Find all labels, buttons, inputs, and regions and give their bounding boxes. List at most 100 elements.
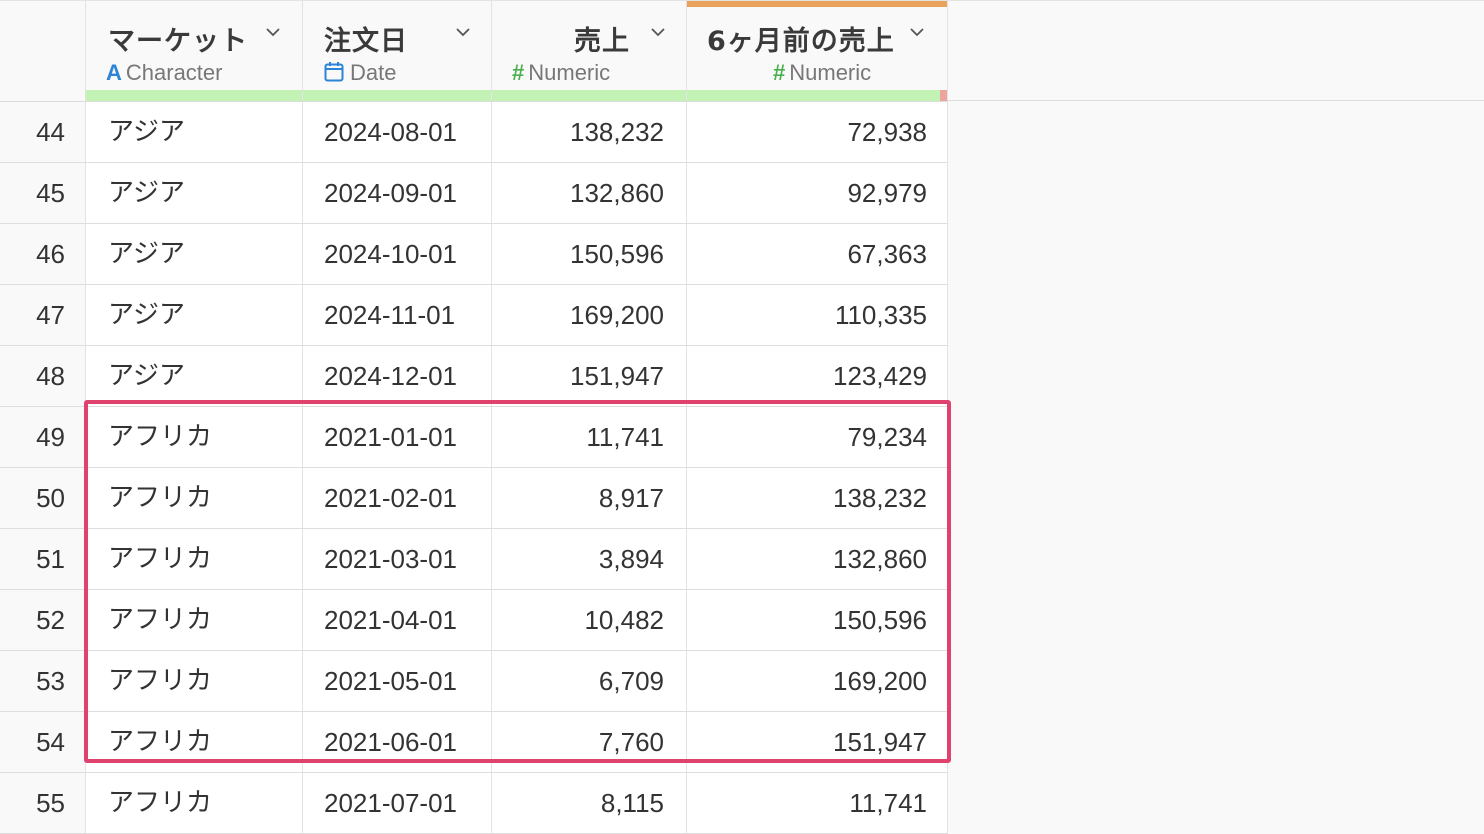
cell-order-date[interactable]: 2021-04-01: [303, 590, 492, 650]
table-row[interactable]: 55 アフリカ 2021-07-01 8,115 11,741: [0, 773, 948, 834]
row-index: 53: [0, 651, 86, 711]
table-row[interactable]: 53 アフリカ 2021-05-01 6,709 169,200: [0, 651, 948, 712]
cell-sales-6-months-ago[interactable]: 151,947: [687, 712, 948, 772]
cell-sales[interactable]: 3,894: [492, 529, 687, 589]
cell-order-date[interactable]: 2021-01-01: [303, 407, 492, 467]
selected-column-indicator: [687, 1, 947, 7]
column-name: マーケット: [108, 26, 248, 57]
column-type: Date: [324, 60, 396, 86]
column-header-sales[interactable]: 売上 # Numeric: [492, 1, 687, 101]
cell-sales-6-months-ago[interactable]: 110,335: [687, 285, 948, 345]
cell-order-date[interactable]: 2021-07-01: [303, 773, 492, 833]
row-index-header: [0, 1, 86, 101]
row-index: 50: [0, 468, 86, 528]
cell-sales-6-months-ago[interactable]: 92,979: [687, 163, 948, 223]
cell-sales[interactable]: 8,115: [492, 773, 687, 833]
table-body: 44 アジア 2024-08-01 138,232 72,938 45 アジア 2024-09…: [0, 102, 948, 834]
cell-order-date[interactable]: 2021-05-01: [303, 651, 492, 711]
cell-market[interactable]: アフリカ: [86, 712, 303, 772]
cell-market[interactable]: アジア: [86, 285, 303, 345]
cell-sales[interactable]: 151,947: [492, 346, 687, 406]
table-row[interactable]: 48 アジア 2024-12-01 151,947 123,429: [0, 346, 948, 407]
cell-sales-6-months-ago[interactable]: 11,741: [687, 773, 948, 833]
numeric-type-icon: #: [512, 60, 525, 85]
cell-order-date[interactable]: 2024-12-01: [303, 346, 492, 406]
cell-sales[interactable]: 169,200: [492, 285, 687, 345]
cell-sales[interactable]: 11,741: [492, 407, 687, 467]
cell-order-date[interactable]: 2024-11-01: [303, 285, 492, 345]
data-quality-bar: [687, 90, 947, 101]
row-index: 45: [0, 163, 86, 223]
cell-market[interactable]: アフリカ: [86, 407, 303, 467]
cell-sales[interactable]: 8,917: [492, 468, 687, 528]
column-type: A Character: [106, 60, 223, 85]
cell-sales-6-months-ago[interactable]: 72,938: [687, 102, 948, 162]
cell-sales-6-months-ago[interactable]: 79,234: [687, 407, 948, 467]
row-index: 46: [0, 224, 86, 284]
cell-sales-6-months-ago[interactable]: 123,429: [687, 346, 948, 406]
cell-sales-6-months-ago[interactable]: 67,363: [687, 224, 948, 284]
cell-sales[interactable]: 10,482: [492, 590, 687, 650]
cell-market[interactable]: アフリカ: [86, 529, 303, 589]
row-index: 47: [0, 285, 86, 345]
table-row[interactable]: 52 アフリカ 2021-04-01 10,482 150,596: [0, 590, 948, 651]
column-name: 注文日: [324, 26, 408, 57]
cell-order-date[interactable]: 2021-03-01: [303, 529, 492, 589]
table-row[interactable]: 47 アジア 2024-11-01 169,200 110,335: [0, 285, 948, 346]
chevron-down-icon[interactable]: [456, 25, 470, 39]
calendar-icon: [324, 62, 344, 82]
table-row[interactable]: 54 アフリカ 2021-06-01 7,760 151,947: [0, 712, 948, 773]
cell-sales-6-months-ago[interactable]: 138,232: [687, 468, 948, 528]
cell-sales[interactable]: 6,709: [492, 651, 687, 711]
cell-market[interactable]: アジア: [86, 346, 303, 406]
cell-sales-6-months-ago[interactable]: 132,860: [687, 529, 948, 589]
row-index: 51: [0, 529, 86, 589]
column-header-sales-6-months-ago[interactable]: 6ヶ月前の売上 # Numeric: [687, 1, 948, 101]
cell-market[interactable]: アフリカ: [86, 773, 303, 833]
cell-market[interactable]: アジア: [86, 102, 303, 162]
column-type: # Numeric: [773, 60, 872, 85]
cell-sales[interactable]: 7,760: [492, 712, 687, 772]
cell-market[interactable]: アジア: [86, 224, 303, 284]
row-index: 54: [0, 712, 86, 772]
table-row[interactable]: 51 アフリカ 2021-03-01 3,894 132,860: [0, 529, 948, 590]
chevron-down-icon[interactable]: [910, 25, 924, 39]
cell-order-date[interactable]: 2021-06-01: [303, 712, 492, 772]
cell-sales-6-months-ago[interactable]: 169,200: [687, 651, 948, 711]
chevron-down-icon[interactable]: [266, 25, 280, 39]
cell-order-date[interactable]: 2024-08-01: [303, 102, 492, 162]
table-row[interactable]: 46 アジア 2024-10-01 150,596 67,363: [0, 224, 948, 285]
row-index: 48: [0, 346, 86, 406]
column-name: 6ヶ月前の売上: [707, 26, 895, 57]
cell-order-date[interactable]: 2024-09-01: [303, 163, 492, 223]
cell-order-date[interactable]: 2021-02-01: [303, 468, 492, 528]
cell-sales[interactable]: 138,232: [492, 102, 687, 162]
row-index: 49: [0, 407, 86, 467]
cell-sales[interactable]: 150,596: [492, 224, 687, 284]
cell-market[interactable]: アフリカ: [86, 468, 303, 528]
column-name: 売上: [574, 26, 630, 57]
character-type-icon: A: [106, 60, 122, 85]
data-table: マーケット A Character 注文日 Date 売上 # Numeric 6ヶ…: [0, 0, 948, 834]
column-header-order-date[interactable]: 注文日 Date: [303, 1, 492, 101]
table-row[interactable]: 45 アジア 2024-09-01 132,860 92,979: [0, 163, 948, 224]
cell-market[interactable]: アジア: [86, 163, 303, 223]
table-header: マーケット A Character 注文日 Date 売上 # Numeric 6ヶ…: [0, 0, 948, 102]
data-quality-bar: [86, 90, 302, 101]
data-quality-bar: [492, 90, 686, 101]
cell-order-date[interactable]: 2024-10-01: [303, 224, 492, 284]
numeric-type-icon: #: [773, 60, 786, 85]
missing-value-indicator: [940, 90, 947, 101]
table-row[interactable]: 44 アジア 2024-08-01 138,232 72,938: [0, 102, 948, 163]
row-index: 55: [0, 773, 86, 833]
row-index: 44: [0, 102, 86, 162]
cell-sales-6-months-ago[interactable]: 150,596: [687, 590, 948, 650]
column-header-market[interactable]: マーケット A Character: [86, 1, 303, 101]
chevron-down-icon[interactable]: [651, 25, 665, 39]
row-index: 52: [0, 590, 86, 650]
table-row[interactable]: 49 アフリカ 2021-01-01 11,741 79,234: [0, 407, 948, 468]
cell-market[interactable]: アフリカ: [86, 590, 303, 650]
cell-market[interactable]: アフリカ: [86, 651, 303, 711]
cell-sales[interactable]: 132,860: [492, 163, 687, 223]
table-row[interactable]: 50 アフリカ 2021-02-01 8,917 138,232: [0, 468, 948, 529]
